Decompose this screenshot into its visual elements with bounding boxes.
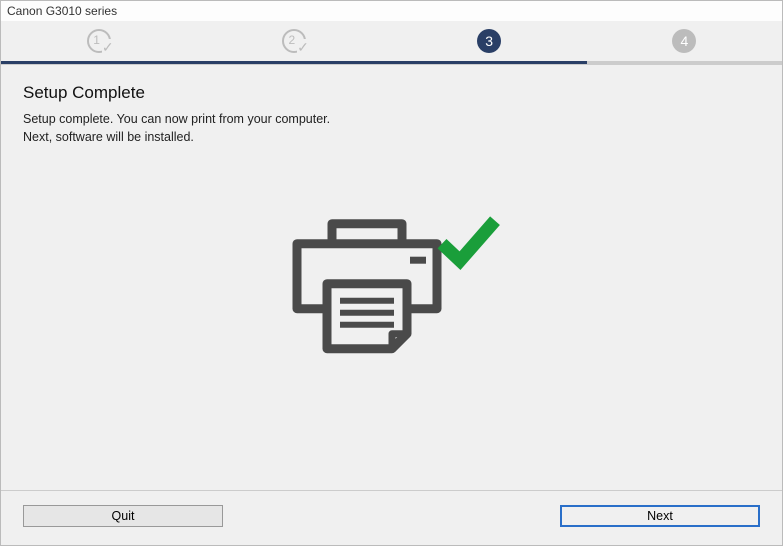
window-title: Canon G3010 series	[1, 1, 782, 21]
quit-button[interactable]: Quit	[23, 505, 223, 527]
printer-icon	[282, 208, 502, 368]
step-2: 2 ✓	[196, 21, 391, 64]
step-4-future-icon: 4	[672, 29, 696, 53]
page-description: Setup complete. You can now print from y…	[23, 111, 760, 146]
next-button[interactable]: Next	[560, 505, 760, 527]
step-2-done-icon: 2 ✓	[282, 29, 306, 53]
progress-stepper: 1 ✓ 2 ✓ 3 4	[1, 21, 782, 65]
main-content: Setup Complete Setup complete. You can n…	[1, 65, 782, 490]
checkmark-icon	[442, 220, 495, 260]
step-4: 4	[587, 21, 782, 64]
check-icon: ✓	[297, 39, 309, 56]
page-title: Setup Complete	[23, 83, 760, 103]
printer-success-graphic	[282, 208, 502, 373]
step-1: 1 ✓	[1, 21, 196, 64]
step-1-done-icon: 1 ✓	[87, 29, 111, 53]
check-icon: ✓	[102, 39, 114, 56]
step-3: 3	[392, 21, 587, 64]
footer: Quit Next	[1, 490, 782, 545]
installer-window: Canon G3010 series 1 ✓ 2 ✓ 3 4 Setup Com…	[0, 0, 783, 546]
step-3-active-icon: 3	[477, 29, 501, 53]
